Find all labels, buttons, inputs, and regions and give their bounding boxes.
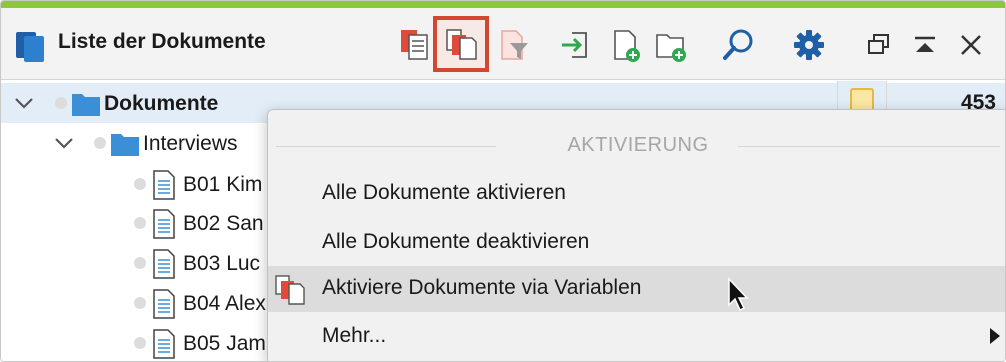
tree-label-interviews: Interviews: [143, 132, 238, 155]
menu-item-more[interactable]: Mehr...: [268, 314, 1005, 360]
new-document-group-button[interactable]: [651, 23, 691, 67]
menu-item-label: Aktiviere Dokumente via Variablen: [322, 276, 642, 299]
text-document-icon: [153, 329, 175, 359]
document-list-panel: Liste der Dokumente Dokumente 453 Interv…: [0, 0, 1006, 362]
undock-icon: [868, 34, 889, 54]
activation-dot[interactable]: [134, 297, 146, 309]
tree-label-document: B03 Luc: [183, 252, 261, 275]
text-document-icon: [153, 170, 175, 200]
import-button[interactable]: [555, 23, 595, 67]
search-button[interactable]: [719, 23, 759, 67]
menu-divider: [738, 146, 1000, 147]
settings-button[interactable]: [789, 23, 829, 67]
panel-title: Liste der Dokumente: [58, 30, 266, 53]
mouse-pointer-icon: [728, 277, 749, 312]
text-document-icon: [153, 289, 175, 319]
text-document-icon: [153, 209, 175, 239]
tree-label-document: B05 Jam: [183, 332, 266, 355]
folder-icon: [111, 134, 139, 156]
menu-item-label: Alle Dokumente deaktivieren: [322, 230, 590, 253]
gear-icon: [794, 30, 824, 60]
activate-via-variables-icon: [275, 275, 305, 305]
new-folder-icon: [656, 34, 686, 62]
activation-dot[interactable]: [94, 137, 106, 149]
tree-label-document: B02 San: [183, 212, 264, 235]
panel-titlebar: Liste der Dokumente: [1, 8, 1005, 80]
menu-item-activate-all[interactable]: Alle Dokumente aktivieren: [268, 171, 1005, 217]
accent-strip: [1, 1, 1005, 8]
menu-item-label: Alle Dokumente aktivieren: [322, 181, 566, 204]
undock-button[interactable]: [859, 23, 899, 67]
submenu-arrow-icon: [990, 328, 1000, 344]
collapse-button[interactable]: [905, 23, 945, 67]
tree-label-documents: Dokumente: [104, 92, 219, 115]
import-icon: [562, 32, 587, 58]
document-list-icon: [401, 30, 428, 60]
tree-label-document: B04 Alex: [183, 292, 266, 315]
menu-section-header: AKTIVIERUNG: [567, 134, 709, 156]
menu-item-deactivate-all[interactable]: Alle Dokumente deaktivieren: [268, 220, 1005, 266]
chevron-down-icon[interactable]: [53, 135, 75, 151]
close-icon: [961, 35, 981, 55]
activation-dot[interactable]: [55, 97, 67, 109]
activation-dot[interactable]: [134, 178, 146, 190]
new-document-button[interactable]: [606, 23, 646, 67]
activation-context-menu: AKTIVIERUNG Alle Dokumente aktivieren Al…: [267, 109, 1005, 361]
close-button[interactable]: [951, 23, 991, 67]
activation-dot[interactable]: [134, 257, 146, 269]
document-list-button[interactable]: [395, 23, 435, 67]
search-icon: [723, 29, 753, 60]
filter-icon: [501, 30, 528, 60]
text-document-icon: [153, 249, 175, 279]
new-document-icon: [614, 30, 640, 62]
documents-logo-icon: [16, 32, 44, 62]
collapse-icon: [915, 36, 935, 52]
folder-icon: [72, 94, 100, 116]
filter-button[interactable]: [493, 23, 533, 67]
menu-item-label: Mehr...: [322, 324, 387, 347]
activation-button[interactable]: [433, 16, 489, 72]
activation-dot[interactable]: [134, 337, 146, 349]
activation-dot[interactable]: [134, 217, 146, 229]
activate-documents-icon: [446, 29, 477, 60]
menu-item-activate-via-variables[interactable]: Aktiviere Dokumente via Variablen: [268, 266, 1005, 312]
chevron-down-icon[interactable]: [13, 95, 35, 111]
tree-label-document: B01 Kim: [183, 173, 263, 196]
